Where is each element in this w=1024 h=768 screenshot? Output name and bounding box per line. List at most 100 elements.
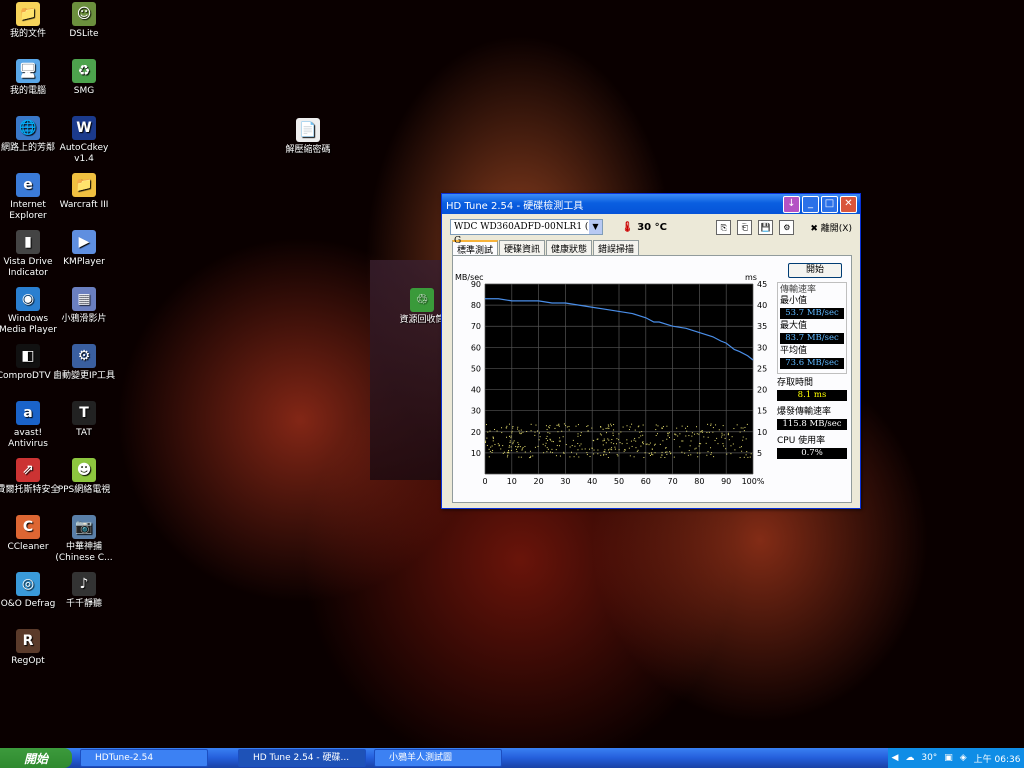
access-time-point: [535, 424, 537, 426]
access-time-point: [555, 455, 557, 457]
pin-icon[interactable]: ↓: [783, 195, 800, 213]
taskbar-item-folder-2[interactable]: 小鴉羊人測試圖: [374, 749, 502, 767]
close-button[interactable]: ✕: [840, 195, 857, 213]
access-time-point: [674, 433, 676, 435]
taskbar-item-hdtune[interactable]: HD Tune 2.54 - 硬碟...: [238, 749, 366, 767]
desktop-icon[interactable]: 📁 Warcraft III: [52, 173, 116, 211]
access-time-point: [503, 451, 505, 453]
access-time-point: [537, 430, 539, 432]
access-time-point: [498, 445, 500, 447]
desktop-icon[interactable]: 🌐 網路上的芳鄰: [0, 116, 60, 154]
desktop-icon[interactable]: 📷 中華神捕 (Chinese C...: [52, 515, 116, 564]
desktop-icon[interactable]: ▶ KMPlayer: [52, 230, 116, 268]
access-time-point: [603, 451, 605, 453]
hdtune-window: HD Tune 2.54 - 硬碟檢測工具 ↓ _ □ ✕ WDC WD360A…: [441, 193, 861, 509]
options-icon[interactable]: ⚙: [779, 219, 795, 235]
clock[interactable]: 上午 06:36: [974, 752, 1021, 765]
copy-info-icon[interactable]: ⎘: [716, 219, 732, 235]
network-icon[interactable]: ▣: [944, 753, 953, 763]
tab-error-scan[interactable]: 錯誤掃描: [593, 240, 640, 255]
access-time-point: [614, 448, 616, 450]
desktop-icon[interactable]: T TAT: [52, 401, 116, 439]
desktop-icon[interactable]: ♻ SMG: [52, 59, 116, 97]
access-time-point: [721, 432, 723, 434]
access-time-point: [559, 440, 561, 442]
weather-icon[interactable]: ☁: [905, 753, 914, 763]
desktop-icon[interactable]: 📁 我的文件: [0, 2, 60, 40]
minimize-button[interactable]: _: [802, 195, 819, 213]
title-bar[interactable]: HD Tune 2.54 - 硬碟檢測工具 ↓ _ □ ✕: [442, 194, 860, 214]
desktop-icon[interactable]: ▦ 小鴉滑影片: [52, 287, 116, 325]
drive-select[interactable]: WDC WD360ADFD-00NLR1 (37 G ▼: [450, 219, 603, 246]
app-icon: R: [16, 629, 40, 653]
access-time-point: [710, 453, 712, 455]
desktop-icon[interactable]: R RegOpt: [0, 629, 60, 667]
access-time-point: [691, 432, 693, 434]
access-time-point: [492, 440, 494, 442]
desktop-icon[interactable]: C CCleaner: [0, 515, 60, 553]
desktop-icon[interactable]: ◧ ComproDTV 3: [0, 344, 60, 382]
taskbar-item-folder[interactable]: HDTune-2.54: [80, 749, 208, 767]
back-arrow-icon[interactable]: ◀: [891, 753, 898, 763]
access-time-point: [517, 446, 519, 448]
access-time-point: [730, 453, 732, 455]
desktop-icon-label: Windows Media Player: [0, 314, 57, 335]
temperature-value: 30 °C: [637, 221, 667, 233]
access-time-point: [510, 446, 512, 448]
access-time-point: [631, 445, 633, 447]
access-time-point: [486, 437, 488, 439]
access-time-point: [743, 456, 745, 458]
access-time-point: [638, 425, 640, 427]
access-time-point: [501, 427, 503, 429]
desktop-icon[interactable]: ⇗ 費爾托斯特安全: [0, 458, 60, 496]
desktop-icon[interactable]: ◉ Windows Media Player: [0, 287, 60, 336]
access-time-point: [489, 430, 491, 432]
desktop-icon[interactable]: W AutoCdkey v1.4: [52, 116, 116, 165]
access-time-point: [561, 430, 563, 432]
access-time-point: [613, 429, 615, 431]
access-time-point: [713, 456, 715, 458]
desktop-icon[interactable]: ♪ 千千靜聽: [52, 572, 116, 610]
access-time-point: [690, 454, 692, 456]
desktop-icon[interactable]: a avast! Antivirus: [0, 401, 60, 450]
access-time-point: [494, 428, 496, 430]
save-icon[interactable]: 💾: [758, 219, 774, 235]
access-time-point: [611, 449, 613, 451]
access-time-point: [616, 453, 618, 455]
volume-icon[interactable]: ◈: [960, 753, 967, 763]
access-time-point: [722, 425, 724, 427]
desktop-icon[interactable]: ▮ Vista Drive Indicator: [0, 230, 60, 279]
desktop-icon[interactable]: ☺ DSLite: [52, 2, 116, 40]
access-time-point: [666, 451, 668, 453]
access-time-point: [506, 425, 508, 427]
taskbar: 開始 HDTune-2.54 HD Tune 2.54 - 硬碟... 小鴉羊人…: [0, 748, 1024, 768]
access-time-point: [718, 429, 720, 431]
tab-info[interactable]: 硬碟資訊: [499, 240, 546, 255]
access-time-point: [717, 443, 719, 445]
access-time-point: [618, 449, 620, 451]
access-time-point: [506, 436, 508, 438]
desktop-icon[interactable]: ⚙ 自動變更IP工具: [52, 344, 116, 382]
desktop-icon[interactable]: 🖥 我的電腦: [0, 59, 60, 97]
desktop-icon[interactable]: ◎ O&O Defrag: [0, 572, 60, 610]
desktop-icon[interactable]: 📄 解壓縮密碼: [276, 118, 340, 156]
exit-button[interactable]: ✖ 離開(X): [810, 221, 852, 234]
access-time-point: [607, 424, 609, 426]
desktop-icon[interactable]: ☻ PPS網絡電視: [52, 458, 116, 496]
chevron-down-icon[interactable]: ▼: [589, 220, 602, 234]
maximize-button[interactable]: □: [821, 195, 838, 213]
x-tick-label: 20: [534, 477, 544, 486]
access-time-point: [557, 424, 559, 426]
access-time-point: [607, 438, 609, 440]
start-button[interactable]: 開始: [788, 263, 842, 278]
copy-screenshot-icon[interactable]: ⎗: [737, 219, 753, 235]
access-time-point: [725, 448, 727, 450]
access-time-point: [710, 423, 712, 425]
tab-health[interactable]: 健康狀態: [546, 240, 593, 255]
access-time-point: [511, 430, 513, 432]
access-time-point: [549, 425, 551, 427]
desktop-icon[interactable]: e Internet Explorer: [0, 173, 60, 222]
start-menu-button[interactable]: 開始: [0, 748, 72, 768]
access-time-point: [492, 438, 494, 440]
access-time-point: [602, 444, 604, 446]
